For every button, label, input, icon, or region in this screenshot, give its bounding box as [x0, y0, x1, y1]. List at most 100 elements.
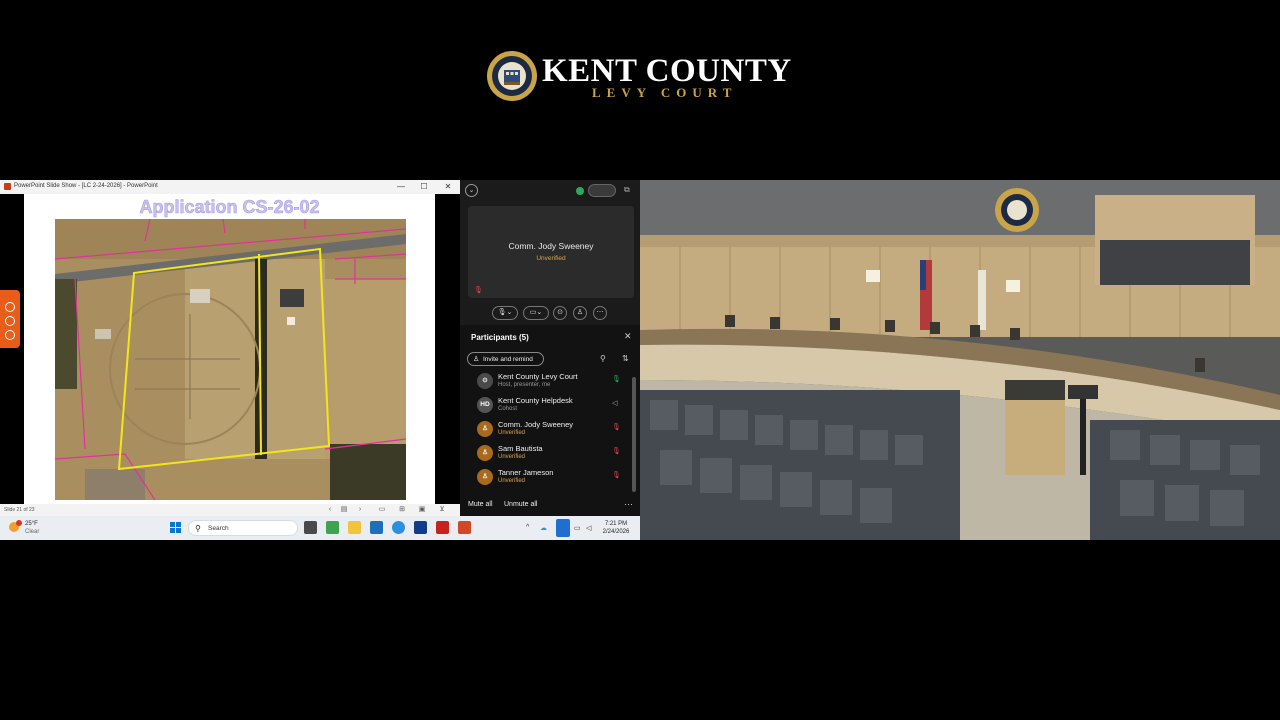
chamber-camera-feed [640, 180, 1280, 540]
participant-row[interactable]: ♙ Tanner Jameson Unverified 🎙 [460, 466, 632, 490]
normal-view-icon[interactable]: ▭ [378, 506, 386, 514]
previous-slide-icon[interactable]: ‹ [326, 506, 334, 514]
participants-title: Participants (5) [471, 333, 529, 342]
person-icon: ♙ [473, 356, 480, 363]
weather-temperature[interactable]: 25°F [25, 521, 38, 527]
participant-role: Host, presenter, me [498, 382, 551, 388]
invite-and-remind-button[interactable]: ♙ Invite and remind [467, 352, 544, 366]
pen-tool-button[interactable] [5, 302, 15, 312]
slide-area: Application CS-26-02 [0, 194, 460, 504]
slideshow-tools-sidebar [0, 290, 20, 348]
participant-row[interactable]: ♙ Comm. Jody Sweeney Unverified 🎙 [460, 418, 632, 442]
unmute-all-button[interactable]: Unmute all [504, 501, 537, 508]
webex-topbar: ⌄ ⧉ [460, 180, 640, 202]
participant-role: Unverified [498, 454, 526, 460]
chevron-down-icon[interactable]: ⌄ [465, 184, 478, 197]
reading-view-icon[interactable]: ▣ [418, 506, 426, 514]
video-tile-status: Unverified [536, 255, 566, 262]
avatar: HD [477, 397, 493, 413]
close-icon[interactable]: ✕ [624, 331, 632, 342]
invite-label: Invite and remind [483, 356, 533, 363]
eraser-tool-button[interactable] [5, 330, 15, 340]
tray-overflow-icon[interactable]: ^ [526, 524, 529, 531]
participants-footer: Mute all Unmute all ⋯ [460, 497, 640, 516]
video-tile: Comm. Jody Sweeney Unverified 🎙 [468, 206, 634, 298]
muted-mic-icon: 🎙 [474, 287, 483, 294]
microphone-icon[interactable]: 🎙 [612, 375, 621, 383]
muted-mic-icon[interactable]: 🎙 [612, 423, 621, 431]
participants-panel: Participants (5) ✕ ♙ Invite and remind ⚲… [460, 325, 640, 516]
slide-counter: Slide 21 of 23 [4, 507, 35, 513]
sort-icon[interactable]: ⇅ [622, 354, 629, 363]
participant-role: Unverified [498, 478, 526, 484]
sorter-view-icon[interactable]: ⊞ [398, 506, 406, 514]
widgets-icon[interactable] [326, 521, 339, 534]
minimize-button[interactable]: — [393, 181, 409, 193]
mute-button[interactable]: 🎙⌄ [492, 306, 518, 320]
maximize-button[interactable]: ☐ [416, 181, 432, 193]
ppt-titlebar: PowerPoint Slide Show - [LC 2-24-2026] -… [0, 180, 460, 194]
mute-all-button[interactable]: Mute all [468, 501, 493, 508]
windows-taskbar: 25°F Clear ⚲ Search ^ ☁ ▭ ◁ 7:21 PM 2/24… [0, 516, 640, 540]
slide-list-icon[interactable]: ▤ [340, 506, 348, 514]
search-label: Search [208, 525, 229, 532]
participants-button[interactable]: ♙ [573, 306, 587, 320]
onedrive-icon[interactable]: ☁ [540, 524, 547, 532]
edge-icon[interactable] [392, 521, 405, 534]
aerial-map-image [55, 219, 406, 500]
video-button[interactable]: ▭⌄ [523, 306, 549, 320]
meeting-controls: 🎙⌄ ▭⌄ ⊙ ♙ ⋯ [460, 304, 640, 322]
search-icon[interactable]: ⚲ [600, 354, 606, 363]
participants-scrollbar[interactable] [632, 377, 636, 492]
pointer-tool-button[interactable] [5, 316, 15, 326]
windows-start-icon[interactable] [170, 522, 182, 534]
task-view-icon[interactable] [304, 521, 317, 534]
slideshow-view-icon[interactable]: ⊻ [438, 506, 446, 514]
popout-icon[interactable]: ⧉ [624, 185, 630, 195]
share-button[interactable]: ⊙ [553, 306, 567, 320]
speaker-icon[interactable]: ◁ [612, 399, 617, 407]
weather-description[interactable]: Clear [25, 529, 39, 535]
participant-name: Kent County Levy Court [498, 372, 578, 381]
clock-date[interactable]: 2/24/2026 [598, 529, 634, 535]
store-icon[interactable] [370, 521, 383, 534]
microphone-tray-icon[interactable] [556, 519, 570, 537]
muted-mic-icon[interactable]: 🎙 [612, 471, 621, 479]
avatar: ♙ [477, 445, 493, 461]
clock-time[interactable]: 7:21 PM [598, 521, 634, 527]
participant-row[interactable]: HD Kent County Helpdesk Cohost ◁ [460, 394, 632, 418]
participant-name: Kent County Helpdesk [498, 396, 573, 405]
layout-toggle[interactable] [588, 184, 616, 197]
powerpoint-taskbar-icon[interactable] [458, 521, 471, 534]
kent-county-logo: KENT COUNTY LEVY COURT [486, 50, 806, 106]
ppt-statusbar: Slide 21 of 23 ‹ ▤ › ▭ ⊞ ▣ ⊻ [0, 504, 460, 516]
acrobat-icon[interactable] [436, 521, 449, 534]
logo-subtitle: LEVY COURT [592, 85, 738, 100]
next-slide-icon[interactable]: › [356, 506, 364, 514]
notification-badge [16, 520, 22, 526]
video-tile-name: Comm. Jody Sweeney [508, 241, 594, 251]
participant-name: Sam Bautista [498, 444, 543, 453]
avatar: ♙ [477, 469, 493, 485]
participant-name: Comm. Jody Sweeney [498, 420, 574, 429]
participant-role: Cohost [498, 406, 518, 412]
powerpoint-icon [4, 183, 11, 190]
more-icon[interactable]: ⋯ [624, 499, 633, 510]
webex-app-icon[interactable] [414, 521, 427, 534]
file-explorer-icon[interactable] [348, 521, 361, 534]
taskbar-search[interactable]: ⚲ Search [188, 520, 298, 536]
more-options-button[interactable]: ⋯ [593, 306, 607, 320]
muted-mic-icon[interactable]: 🎙 [612, 447, 621, 455]
close-window-button[interactable]: ✕ [440, 181, 456, 193]
participant-name: Tanner Jameson [498, 468, 554, 477]
participant-row[interactable]: ♙ Sam Bautista Unverified 🎙 [460, 442, 632, 466]
participant-role: Unverified [498, 430, 526, 436]
webex-panel: ⌄ ⧉ Comm. Jody Sweeney Unverified 🎙 🎙⌄ ▭… [460, 180, 640, 516]
participant-row[interactable]: ⊙ Kent County Levy Court Host, presenter… [460, 370, 632, 394]
slide[interactable]: Application CS-26-02 [24, 194, 435, 504]
network-icon[interactable]: ▭ [574, 524, 581, 532]
volume-icon[interactable]: ◁ [586, 524, 591, 532]
connection-status-icon [576, 187, 584, 195]
avatar: ♙ [477, 421, 493, 437]
window-title: PowerPoint Slide Show - [LC 2-24-2026] -… [14, 183, 158, 189]
